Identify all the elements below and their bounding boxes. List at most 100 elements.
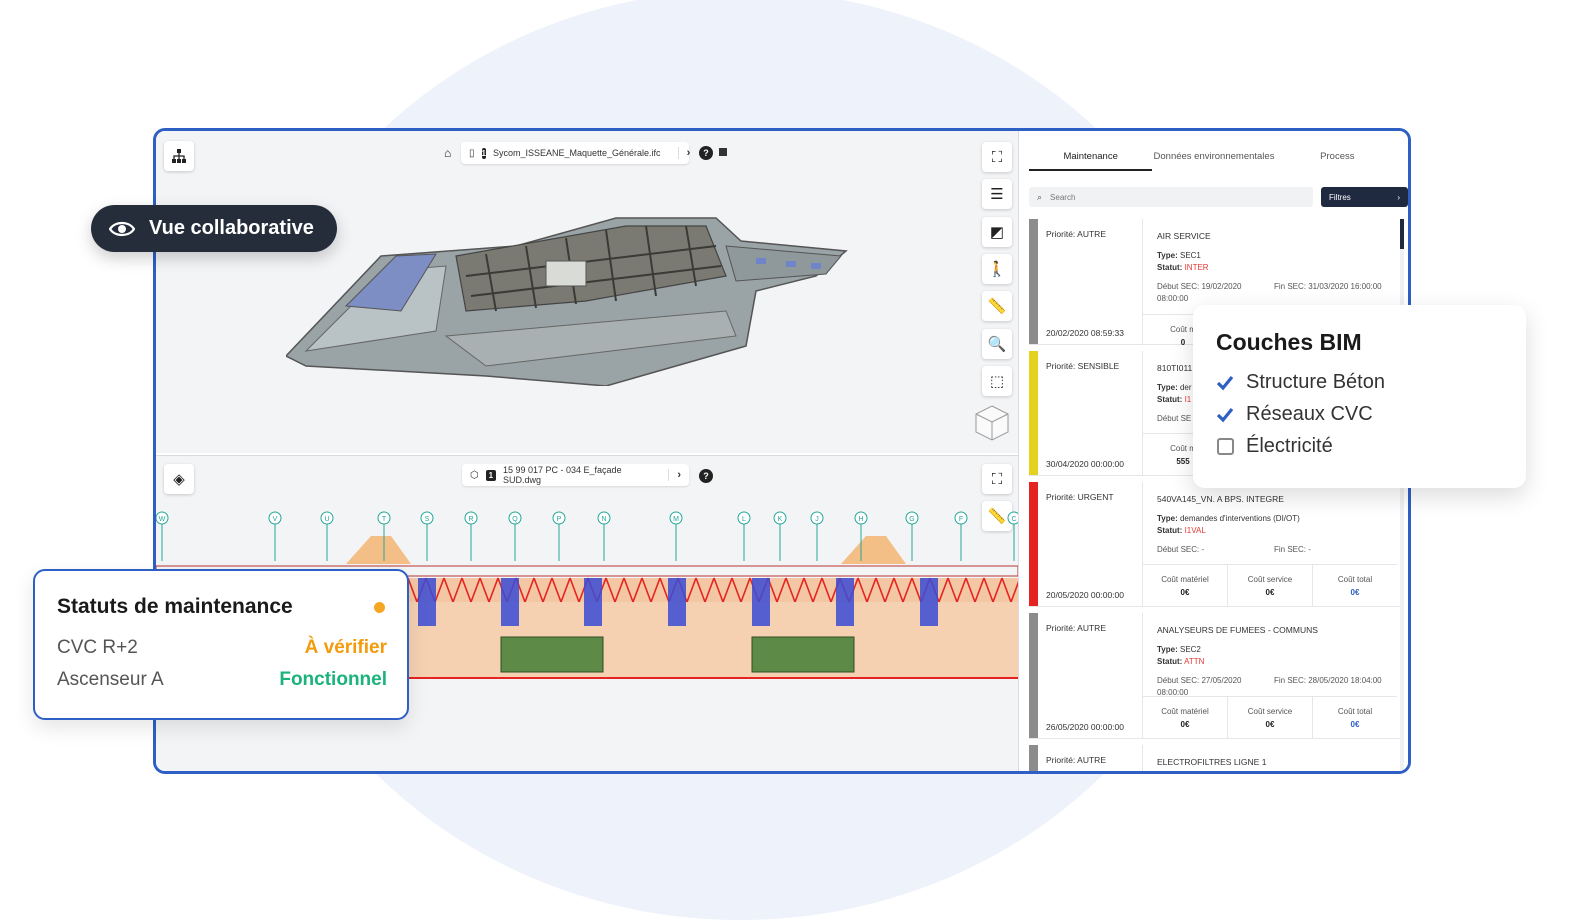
viewer-3d[interactable]: ⌂ ▯ 1 Sycom_ISSEANE_Maquette_Générale.if… [156, 131, 1018, 453]
view-cube-icon[interactable] [974, 404, 1010, 442]
maintenance-list: Priorité: AUTRE 20/02/2020 08:59:33 AIR … [1029, 219, 1403, 771]
cost-material-label: Coût matériel [1161, 707, 1209, 716]
tab-bar: Maintenance Données environnementales Pr… [1029, 145, 1399, 171]
type-value: der [1179, 383, 1192, 392]
priority-label: Priorité: SENSIBLE [1046, 361, 1120, 371]
tab-process[interactable]: Process [1276, 145, 1399, 171]
status-row-label: CVC R+2 [57, 637, 138, 658]
type-value: SEC2 [1179, 645, 1201, 654]
status-card-title: Statuts de maintenance [57, 595, 293, 618]
status-row-value: À vérifier [304, 637, 387, 658]
cost-total-value: 0€ [1350, 588, 1360, 597]
search-box[interactable]: ⌕ [1029, 187, 1313, 207]
grid-marker-label: P [557, 516, 562, 523]
grid-marker-label: M [673, 516, 679, 523]
layers-card-title: Couches BIM [1216, 329, 1362, 355]
maintenance-status-card: Statuts de maintenance CVC R+2 À vérifie… [33, 569, 409, 720]
fullscreen-icon[interactable]: ⛶ [982, 142, 1012, 172]
settings-sliders-icon[interactable]: ☰ [982, 179, 1012, 209]
list-item[interactable]: Priorité: AUTRE 26/05/2020 00:00:00 ANAL… [1029, 613, 1403, 739]
chevron-right-icon: › [1397, 192, 1400, 202]
cost-total-label: Coût total [1337, 707, 1373, 716]
home-icon[interactable]: ⌂ [444, 146, 451, 160]
panel-divider [1018, 131, 1019, 771]
card-title: 810TI011 [1157, 363, 1193, 373]
card-priority: Priorité: AUTRE 20/02/2020 08:59:33 [1038, 219, 1143, 344]
card-priority: Priorité: AUTRE [1038, 745, 1143, 771]
select-box-icon[interactable]: ⬚ [982, 366, 1012, 396]
cost-material-value: 0€ [1180, 588, 1190, 597]
top-file-bar[interactable]: ▯ 1 Sycom_ISSEANE_Maquette_Générale.ifc … [461, 142, 690, 164]
file-name: 15 99 017 PC - 034 E_façade SUD.dwg [502, 465, 622, 485]
cost-material-value: 0€ [1180, 720, 1190, 729]
list-scrollbar[interactable] [1400, 219, 1404, 771]
eye-icon [109, 221, 135, 236]
layer-electricity[interactable]: Électricité [1216, 435, 1333, 458]
status-value: ATTN [1184, 657, 1205, 666]
priority-label: Priorité: URGENT [1046, 492, 1114, 502]
status-label: Statut: [1157, 263, 1183, 272]
help-icon[interactable]: ? [699, 469, 713, 483]
grid-marker-label: R [468, 516, 473, 523]
cube-icon: ⬡ [470, 469, 479, 481]
section-plane-icon[interactable]: ◩ [982, 217, 1012, 247]
status-row-label: Ascenseur A [57, 669, 164, 690]
card-title: ANALYSEURS DE FUMEES - COMMUNS [1157, 625, 1318, 635]
cost-service-value: 0€ [1265, 588, 1275, 597]
chevron-right-icon[interactable]: › [677, 147, 690, 159]
tab-maintenance[interactable]: Maintenance [1029, 145, 1153, 171]
card-priority: Priorité: SENSIBLE 30/04/2020 00:00:00 [1038, 351, 1143, 475]
hierarchy-icon[interactable] [164, 141, 194, 171]
tab-environmental-data[interactable]: Données environnementales [1152, 145, 1275, 171]
grid-marker-label: G [909, 516, 914, 523]
list-item[interactable]: Priorité: AUTRE ELECTROFILTRES LIGNE 1 [1029, 745, 1403, 771]
collaborative-view-badge[interactable]: Vue collaborative [91, 205, 337, 252]
priority-label: Priorité: AUTRE [1046, 229, 1106, 239]
grid-marker-label: Q [512, 516, 518, 523]
facade-column [752, 578, 770, 626]
measure-ruler-icon[interactable]: 📏 [982, 291, 1012, 321]
layer-structure[interactable]: Structure Béton [1216, 371, 1385, 394]
status-label: Statut: [1157, 657, 1183, 666]
grid-marker-label: L [742, 516, 746, 523]
help-icon[interactable]: ? [699, 146, 713, 160]
chevron-right-icon[interactable]: › [668, 469, 681, 481]
building-3d-model [286, 217, 848, 386]
status-row: CVC R+2 À vérifier [57, 637, 387, 659]
file-icon: ▯ [469, 147, 475, 159]
file-index: 1 [485, 469, 496, 481]
layout-icon[interactable] [719, 148, 727, 156]
priority-bar [1029, 482, 1038, 606]
start-date: Début SEC: - [1157, 545, 1205, 554]
search-icon[interactable]: 🔍 [982, 329, 1012, 359]
filters-button[interactable]: Filtres › [1321, 187, 1408, 207]
walk-person-icon[interactable]: 🚶 [982, 254, 1012, 284]
grid-marker-label: W [159, 516, 166, 523]
grid-marker-label: T [382, 516, 387, 523]
card-main: ANALYSEURS DE FUMEES - COMMUNS Type: SEC… [1143, 613, 1403, 738]
type-label: Type: [1157, 645, 1178, 654]
cost-material-label: Coût matériel [1161, 575, 1209, 584]
type-value: SEC1 [1179, 251, 1201, 260]
cost-total-value: 0€ [1350, 720, 1360, 729]
layer-label: Réseaux CVC [1246, 403, 1373, 425]
cost-material-value: 0 [1180, 338, 1186, 347]
scrollbar-thumb[interactable] [1400, 219, 1404, 249]
grid-marker-label: C [1011, 516, 1016, 523]
list-item[interactable]: Priorité: URGENT 20/05/2020 00:00:00 540… [1029, 482, 1403, 607]
layers-icon[interactable]: ◈ [164, 464, 194, 494]
search-input[interactable] [1050, 192, 1271, 202]
card-priority: Priorité: URGENT 20/05/2020 00:00:00 [1038, 482, 1143, 606]
layer-hvac[interactable]: Réseaux CVC [1216, 403, 1373, 426]
file-index: 1 [481, 147, 486, 159]
unchecked-box-icon [1216, 438, 1234, 456]
fullscreen-icon[interactable]: ⛶ [982, 464, 1012, 494]
type-value: demandes d'interventions (DI/OT) [1179, 514, 1300, 523]
status-row: Ascenseur A Fonctionnel [57, 669, 387, 691]
filters-label: Filtres [1329, 192, 1351, 202]
grid-marker-label: J [815, 516, 819, 523]
check-icon [1216, 374, 1234, 392]
status-label: Statut: [1157, 526, 1183, 535]
bottom-file-bar[interactable]: ⬡ 1 15 99 017 PC - 034 E_façade SUD.dwg … [462, 464, 689, 486]
cost-service-value: 0€ [1265, 720, 1275, 729]
